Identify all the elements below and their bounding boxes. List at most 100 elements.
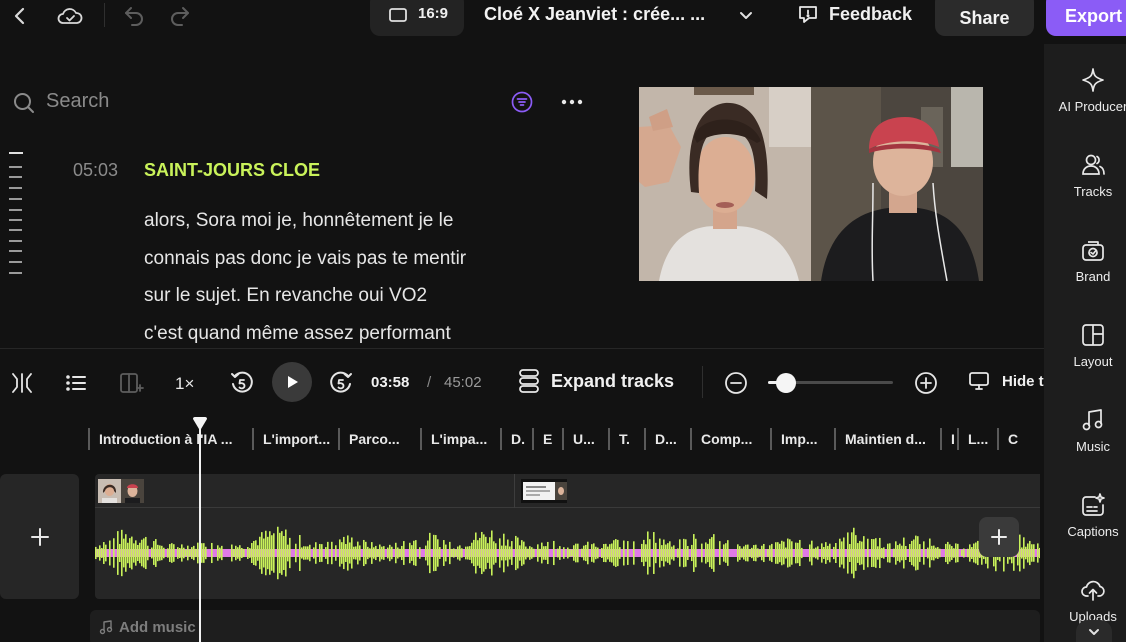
filter-icon[interactable] — [511, 91, 533, 113]
search-icon[interactable] — [12, 91, 36, 115]
zoom-in-icon[interactable] — [914, 371, 938, 395]
forward-5-icon[interactable] — [328, 370, 354, 396]
total-duration: 45:02 — [444, 374, 482, 391]
playback-speed-button[interactable]: 1× — [175, 374, 194, 394]
aspect-ratio-icon — [388, 5, 408, 25]
redo-icon[interactable] — [168, 4, 192, 28]
split-icon[interactable] — [10, 371, 34, 395]
chapter-list-icon[interactable] — [64, 371, 88, 395]
upload-cloud-icon — [1081, 580, 1105, 601]
sidebar-item-label: Captions — [1067, 524, 1119, 539]
speaker-name[interactable]: SAINT-JOURS CLOE — [144, 160, 320, 181]
clip-thumbnail — [521, 479, 567, 503]
chapter-marker[interactable]: L'import... — [252, 428, 338, 450]
transcript-line: connais pas donc je vais pas te mentir — [144, 247, 467, 269]
plus-icon — [30, 527, 49, 546]
video-track[interactable] — [95, 474, 1040, 599]
users-icon — [1082, 154, 1105, 175]
sparkle-icon — [1082, 68, 1104, 92]
sidebar-item-tracks[interactable]: Tracks — [1044, 152, 1126, 199]
sidebar-item-layout[interactable]: Layout — [1044, 322, 1126, 369]
clip-divider — [514, 474, 515, 508]
chapter-marker[interactable]: L... — [957, 428, 997, 450]
chapter-marker[interactable]: E — [532, 428, 562, 450]
play-icon — [288, 376, 298, 388]
chapter-marker[interactable]: C — [997, 428, 1027, 450]
top-bar: 16:9 Cloé X Jeanviet : crée... ... Feedb… — [0, 0, 1126, 36]
rewind-5-icon[interactable] — [229, 370, 255, 396]
video-feed-right — [811, 87, 983, 281]
transcript-minimap[interactable] — [9, 150, 25, 282]
back-arrow-icon[interactable] — [8, 4, 32, 28]
transcript-timestamp[interactable]: 05:03 — [73, 160, 118, 181]
monitor-icon — [969, 372, 989, 390]
play-button[interactable] — [272, 362, 312, 402]
audio-waveform — [95, 526, 1040, 580]
sidebar-item-ai-producer[interactable]: AI Producer — [1044, 67, 1126, 114]
expand-tracks-button[interactable]: Expand tracks — [517, 368, 674, 394]
music-note-icon — [99, 619, 113, 635]
project-title[interactable]: Cloé X Jeanviet : crée... ... — [484, 4, 705, 25]
right-sidebar: AI Producer Tracks Brand Layout Music Ca… — [1044, 44, 1126, 642]
thumbnail-row — [95, 474, 1040, 508]
sidebar-item-captions[interactable]: Captions — [1044, 492, 1126, 539]
transcript-line: alors, Sora moi je, honnêtement je le — [144, 210, 454, 231]
captions-icon — [1082, 493, 1105, 516]
expand-tracks-icon — [519, 369, 539, 393]
transcript-line: sur le sujet. En revanche oui VO2 — [144, 285, 428, 306]
more-options-icon[interactable] — [561, 99, 583, 105]
chapter-marker[interactable]: Maintien d... — [834, 428, 940, 450]
add-layout-icon[interactable] — [118, 371, 144, 395]
undo-icon[interactable] — [122, 4, 146, 28]
playhead-handle-icon[interactable] — [192, 417, 208, 431]
sidebar-item-music[interactable]: Music — [1044, 407, 1126, 454]
hide-transcript-button[interactable]: Hide t — [968, 371, 1044, 391]
sidebar-item-brand[interactable]: Brand — [1044, 237, 1126, 284]
chapter-marker[interactable]: L'impa... — [420, 428, 500, 450]
time-separator: / — [427, 374, 432, 391]
sidebar-scroll-down-button[interactable] — [1076, 620, 1112, 642]
chevron-down-icon — [1089, 629, 1099, 635]
sidebar-item-label: Brand — [1075, 269, 1111, 284]
music-note-icon — [1082, 409, 1103, 431]
zoom-out-icon[interactable] — [724, 371, 748, 395]
chapter-marker[interactable]: U... — [562, 428, 608, 450]
plus-icon — [991, 529, 1007, 545]
cloud-sync-icon[interactable] — [56, 4, 84, 28]
export-button[interactable]: Export — [1046, 0, 1126, 36]
chapter-marker[interactable]: D... — [644, 428, 690, 450]
sidebar-item-label: Music — [1076, 439, 1110, 454]
transcript-line: c'est quand même assez performant — [144, 322, 451, 344]
chapter-marker[interactable]: Parco... — [338, 428, 420, 450]
aspect-ratio-button[interactable] — [370, 0, 464, 36]
transcript-paragraph[interactable]: alors, Sora moi je, honnêtement je le co… — [144, 202, 544, 344]
chapter-marker[interactable]: Introduction à l'IA ... — [88, 428, 252, 450]
add-music-label[interactable]: Add music — [119, 619, 196, 636]
video-feed-left — [639, 87, 811, 281]
video-preview[interactable] — [639, 87, 983, 281]
music-track[interactable] — [90, 610, 1040, 642]
chapter-marker[interactable]: T. — [608, 428, 644, 450]
aspect-ratio-label: 16:9 — [418, 5, 449, 22]
chapter-marker[interactable]: I — [940, 428, 957, 450]
layout-icon — [1082, 324, 1104, 346]
feedback-icon — [796, 2, 820, 26]
zoom-slider-thumb[interactable] — [776, 373, 796, 393]
chevron-down-icon[interactable] — [737, 6, 755, 24]
sidebar-item-uploads[interactable]: Uploads — [1044, 577, 1126, 624]
search-input[interactable]: Search — [46, 90, 109, 113]
add-track-button[interactable] — [0, 474, 79, 599]
chapter-marker[interactable]: D. — [500, 428, 532, 450]
toolbar-divider — [104, 3, 105, 27]
feedback-button[interactable]: Feedback — [786, 0, 922, 34]
add-clip-button[interactable] — [979, 517, 1019, 557]
sidebar-item-label: Layout — [1073, 354, 1113, 369]
chapter-marker[interactable]: Imp... — [770, 428, 834, 450]
toolbar-divider — [702, 366, 703, 398]
current-time: 03:58 — [371, 374, 410, 391]
sidebar-item-label: Tracks — [1073, 184, 1113, 199]
brand-kit-icon — [1082, 241, 1104, 261]
share-button[interactable]: Share — [935, 0, 1034, 36]
chapter-marker[interactable]: Comp... — [690, 428, 770, 450]
playhead[interactable] — [199, 427, 201, 642]
